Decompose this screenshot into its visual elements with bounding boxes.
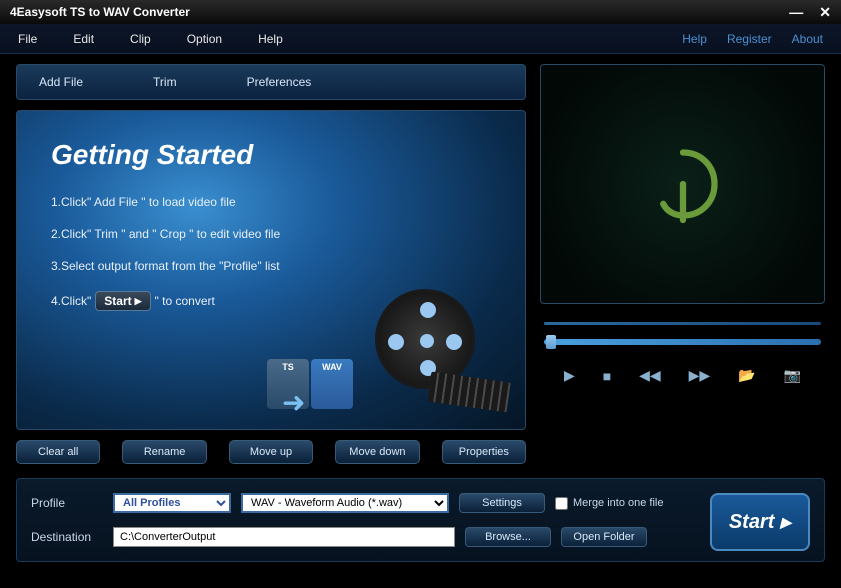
format-conversion-graphic: TS WAV: [267, 359, 353, 409]
clear-all-button[interactable]: Clear all: [16, 440, 100, 464]
menu-option[interactable]: Option: [187, 32, 222, 46]
stop-icon[interactable]: ■: [603, 368, 611, 384]
titlebar: 4Easysoft TS to WAV Converter — ✕: [0, 0, 841, 24]
video-preview: [540, 64, 825, 304]
format-select[interactable]: WAV - Waveform Audio (*.wav): [241, 493, 449, 513]
app-title: 4Easysoft TS to WAV Converter: [10, 5, 190, 19]
rename-button[interactable]: Rename: [122, 440, 206, 464]
profile-select[interactable]: All Profiles: [113, 493, 231, 513]
link-register[interactable]: Register: [727, 32, 772, 46]
wav-format-icon: WAV: [311, 359, 353, 409]
link-about[interactable]: About: [792, 32, 823, 46]
menu-edit[interactable]: Edit: [73, 32, 94, 46]
menu-help[interactable]: Help: [258, 32, 283, 46]
browse-button[interactable]: Browse...: [465, 527, 551, 547]
film-reel-icon: [375, 289, 485, 399]
profile-label: Profile: [31, 496, 103, 510]
step-1: 1.Click" Add File " to load video file: [51, 195, 491, 209]
progress-line: [544, 322, 821, 325]
destination-label: Destination: [31, 530, 103, 544]
bottom-panel: Profile All Profiles WAV - Waveform Audi…: [16, 478, 825, 562]
next-icon[interactable]: ▶▶: [689, 367, 711, 384]
settings-button[interactable]: Settings: [459, 493, 545, 513]
toolbar: Add File Trim Preferences: [16, 64, 526, 100]
inline-start-button: Start: [95, 291, 150, 311]
close-icon[interactable]: ✕: [819, 4, 831, 21]
link-help[interactable]: Help: [682, 32, 707, 46]
prev-icon[interactable]: ◀◀: [639, 367, 661, 384]
snapshot-icon[interactable]: 📷: [784, 367, 801, 384]
minimize-icon[interactable]: —: [789, 4, 803, 21]
menubar: File Edit Clip Option Help Help Register…: [0, 24, 841, 54]
toolbar-trim[interactable]: Trim: [153, 75, 177, 89]
menu-clip[interactable]: Clip: [130, 32, 151, 46]
slider-thumb[interactable]: [546, 335, 556, 349]
menu-file[interactable]: File: [18, 32, 37, 46]
seek-slider[interactable]: [544, 339, 821, 345]
move-up-button[interactable]: Move up: [229, 440, 313, 464]
merge-checkbox-wrap[interactable]: Merge into one file: [555, 497, 664, 510]
play-icon[interactable]: ▶: [564, 367, 575, 384]
toolbar-add-file[interactable]: Add File: [39, 75, 83, 89]
getting-started-panel: Getting Started 1.Click" Add File " to l…: [16, 110, 526, 430]
destination-input[interactable]: [113, 527, 455, 547]
start-button[interactable]: Start: [710, 493, 810, 551]
conversion-arrow-icon: ➜: [282, 386, 305, 419]
properties-button[interactable]: Properties: [442, 440, 526, 464]
open-folder-button[interactable]: Open Folder: [561, 527, 647, 547]
merge-checkbox[interactable]: [555, 497, 568, 510]
merge-label: Merge into one file: [573, 497, 664, 509]
step-2: 2.Click" Trim " and " Crop " to edit vid…: [51, 227, 491, 241]
open-icon[interactable]: 📂: [738, 367, 755, 384]
step-3: 3.Select output format from the "Profile…: [51, 259, 491, 273]
logo-icon: [638, 139, 728, 229]
move-down-button[interactable]: Move down: [335, 440, 419, 464]
getting-started-title: Getting Started: [51, 139, 491, 171]
toolbar-preferences[interactable]: Preferences: [247, 75, 312, 89]
